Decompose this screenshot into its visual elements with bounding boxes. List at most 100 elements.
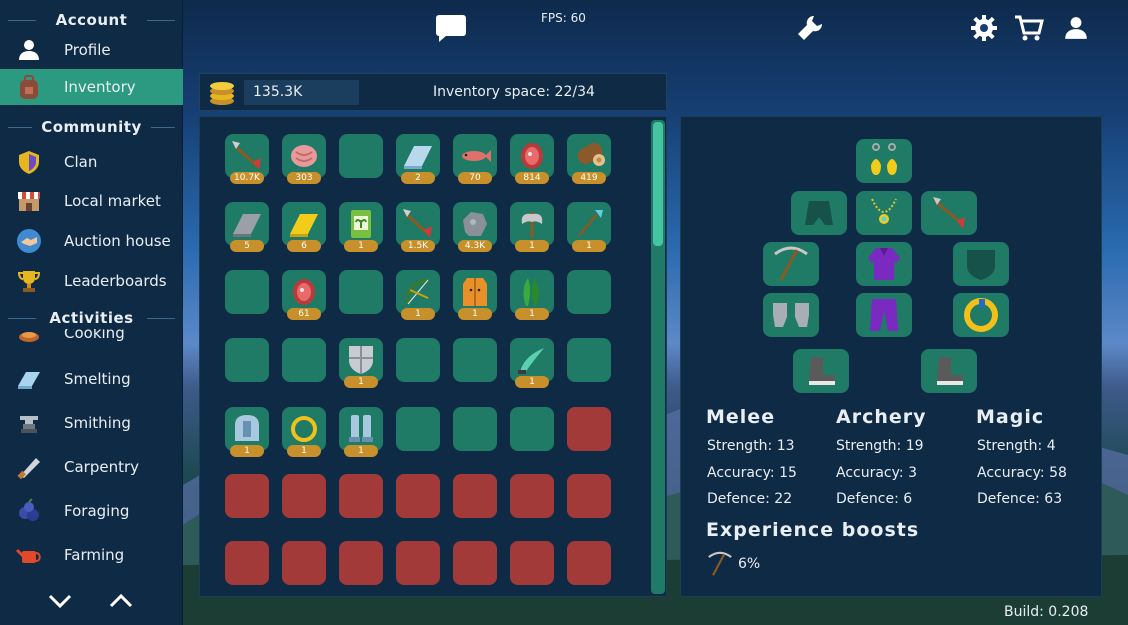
tools-button[interactable] — [794, 12, 826, 44]
inventory-slot-empty[interactable] — [282, 338, 326, 382]
equip-slot-earrings[interactable] — [856, 139, 912, 183]
inventory-slot-axe[interactable]: 1 — [510, 202, 554, 252]
inventory-slot-empty[interactable] — [510, 407, 554, 451]
inventory-slot-locked[interactable] — [453, 474, 497, 518]
sidebar-item-auction-house[interactable]: Auction house — [0, 223, 183, 259]
boots-icon — [937, 357, 963, 385]
inventory-slot-empty[interactable] — [453, 338, 497, 382]
ring-icon — [291, 416, 317, 442]
sidebar-item-inventory[interactable]: Inventory — [0, 69, 183, 105]
inventory-slot-shield[interactable]: 1 — [339, 338, 383, 388]
equip-slot-gloves[interactable] — [763, 293, 819, 337]
sidebar-item-leaderboards[interactable]: Leaderboards — [0, 263, 183, 299]
scrollbar-thumb[interactable] — [653, 122, 663, 246]
sidebar-item-smithing[interactable]: Smithing — [0, 405, 183, 441]
sidebar-item-farming[interactable]: Farming — [0, 537, 183, 573]
inventory-slot-locked[interactable] — [339, 541, 383, 585]
inventory-slot-bow[interactable]: 1 — [396, 270, 440, 320]
sidebar-item-carpentry[interactable]: Carpentry — [0, 449, 183, 485]
inventory-slot-locked[interactable] — [282, 474, 326, 518]
equip-slot-tool[interactable] — [763, 242, 819, 286]
equip-slot-ammo[interactable] — [921, 191, 977, 235]
sidebar-item-clan[interactable]: Clan — [0, 144, 183, 180]
archery-strength: Strength: 19 — [836, 438, 924, 454]
greaves-icon — [349, 415, 373, 442]
inventory-slot-ring[interactable]: 1 — [282, 407, 326, 457]
equip-slot-cape[interactable] — [791, 191, 847, 235]
scroll-down-button[interactable] — [45, 588, 75, 614]
inventory-slot-steak[interactable]: 61 — [282, 270, 326, 320]
shield-icon — [14, 147, 44, 177]
inventory-slot-locked[interactable] — [510, 474, 554, 518]
inventory-scrollbar[interactable] — [651, 120, 665, 594]
inventory-slot-empty[interactable] — [339, 270, 383, 314]
inventory-slot-gold-bar[interactable]: 6 — [282, 202, 326, 252]
inventory-slot-locked[interactable] — [225, 474, 269, 518]
inventory-slot-empty[interactable] — [225, 338, 269, 382]
inventory-slot-locked[interactable] — [339, 474, 383, 518]
equip-slot-ring[interactable] — [953, 293, 1009, 337]
melee-title: Melee — [706, 406, 776, 428]
section-title-community: Community — [0, 118, 183, 136]
inventory-slot-empty[interactable] — [225, 270, 269, 314]
inventory-slot-locked[interactable] — [510, 541, 554, 585]
inventory-slot-locked[interactable] — [225, 541, 269, 585]
axe-icon — [521, 212, 543, 238]
inventory-slot-fish[interactable]: 70 — [453, 134, 497, 184]
inventory-slot-empty[interactable] — [567, 338, 611, 382]
chat-button[interactable] — [435, 12, 467, 44]
equip-slot-body[interactable] — [856, 242, 912, 286]
inventory-slot-plant[interactable]: 1 — [510, 270, 554, 320]
inventory-slot-empty[interactable] — [339, 134, 383, 178]
settings-button[interactable] — [968, 12, 1000, 44]
sidebar: Account Profile Inventory Community Clan… — [0, 0, 183, 625]
inventory-slot-iron-bar[interactable]: 5 — [225, 202, 269, 252]
inventory-slot-seed-pack[interactable]: 1 — [339, 202, 383, 252]
inventory-slot-greaves[interactable]: 1 — [339, 407, 383, 457]
equip-slot-legs[interactable] — [856, 293, 912, 337]
inventory-slot-locked[interactable] — [396, 541, 440, 585]
inventory-slot-meat[interactable]: 303 — [282, 134, 326, 184]
item-quantity: 1 — [287, 445, 321, 457]
inventory-slot-locked[interactable] — [282, 541, 326, 585]
inventory-slot-silver-bar[interactable]: 2 — [396, 134, 440, 184]
item-quantity: 6 — [287, 240, 321, 252]
inventory-slot-empty[interactable] — [567, 270, 611, 314]
equip-slot-boots-right[interactable] — [921, 349, 977, 393]
log-icon — [577, 143, 605, 166]
sidebar-item-smelting[interactable]: Smelting — [0, 361, 183, 397]
sidebar-item-label: Auction house — [64, 232, 171, 250]
sidebar-item-foraging[interactable]: Foraging — [0, 493, 183, 529]
sidebar-item-local-market[interactable]: Local market — [0, 183, 183, 219]
watering-can-icon — [14, 540, 44, 570]
helmet-icon — [235, 415, 259, 441]
scroll-up-button[interactable] — [106, 588, 136, 614]
shop-button[interactable] — [1013, 12, 1045, 44]
inventory-slot-locked[interactable] — [567, 541, 611, 585]
inventory-slot-helmet[interactable]: 1 — [225, 407, 269, 457]
sidebar-item-profile[interactable]: Profile — [0, 32, 183, 68]
inventory-slot-spear[interactable]: 1 — [567, 202, 611, 252]
inventory-slot-empty[interactable] — [396, 338, 440, 382]
item-quantity: 4.3K — [458, 240, 492, 252]
sidebar-item-label: Profile — [64, 41, 111, 59]
inventory-slot-empty[interactable] — [396, 407, 440, 451]
inventory-slot-log[interactable]: 419 — [567, 134, 611, 184]
inventory-slot-empty[interactable] — [453, 407, 497, 451]
inventory-slot-arrow[interactable]: 1.5K — [396, 202, 440, 252]
inventory-slot-steak[interactable]: 814 — [510, 134, 554, 184]
inventory-slot-dagger[interactable]: 1 — [510, 338, 554, 388]
equip-slot-necklace[interactable] — [856, 191, 912, 235]
gloves-icon — [773, 303, 809, 327]
inventory-slot-ore[interactable]: 4.3K — [453, 202, 497, 252]
inventory-slot-locked[interactable] — [567, 407, 611, 451]
equip-slot-shield[interactable] — [953, 242, 1009, 286]
account-button[interactable] — [1060, 12, 1092, 44]
inventory-slot-locked[interactable] — [567, 474, 611, 518]
inventory-slot-vest[interactable]: 1 — [453, 270, 497, 320]
melee-defence: Defence: 22 — [707, 491, 793, 507]
inventory-slot-locked[interactable] — [396, 474, 440, 518]
inventory-slot-locked[interactable] — [453, 541, 497, 585]
inventory-slot-arrow[interactable]: 10.7K — [225, 134, 269, 184]
equip-slot-boots-left[interactable] — [793, 349, 849, 393]
